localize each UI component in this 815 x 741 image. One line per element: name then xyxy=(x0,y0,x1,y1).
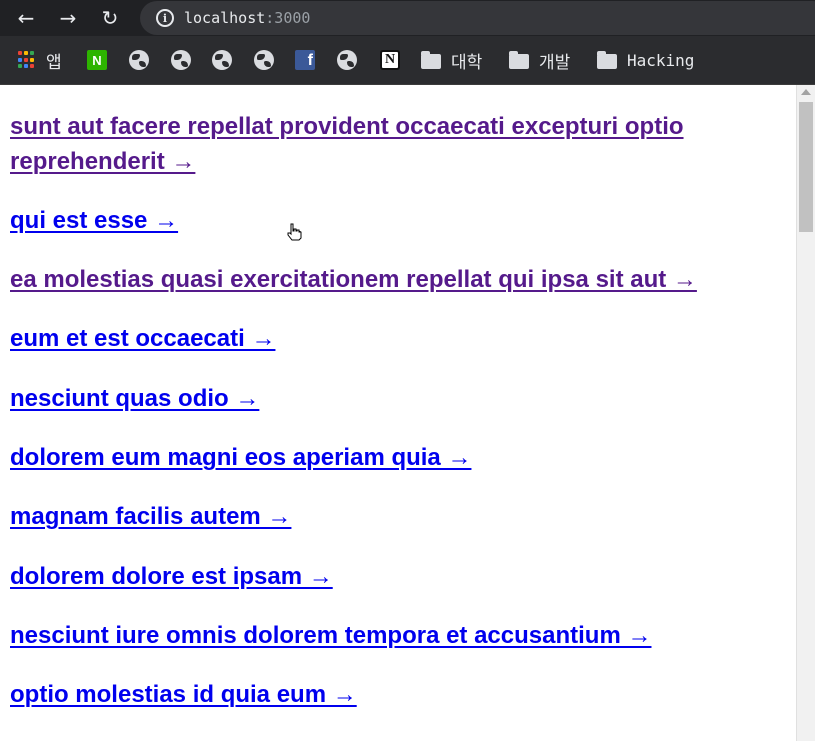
bookmark-folder-hacking[interactable]: Hacking xyxy=(597,48,694,72)
bookmark-site-3[interactable] xyxy=(212,48,232,72)
bookmark-site-5[interactable] xyxy=(337,48,357,72)
globe-icon xyxy=(212,50,232,70)
post-link[interactable]: magnam facilis autem → xyxy=(10,499,750,534)
post-link[interactable]: dolorem eum magni eos aperiam quia → xyxy=(10,440,750,475)
arrow-right-icon: → xyxy=(59,6,77,30)
post-link[interactable]: eum et est occaecati → xyxy=(10,321,750,356)
vertical-scrollbar[interactable] xyxy=(796,85,815,741)
url-text[interactable]: localhost:3000 xyxy=(184,9,310,27)
url-port: :3000 xyxy=(265,9,311,27)
bookmark-folder-dev[interactable]: 개발 xyxy=(509,48,571,73)
folder-icon xyxy=(421,50,441,69)
address-bar[interactable]: i localhost:3000 xyxy=(140,1,815,35)
bookmark-label: 개발 xyxy=(539,52,571,73)
arrow-left-icon: ← xyxy=(17,6,35,30)
bookmark-folder-university[interactable]: 대학 xyxy=(421,48,483,73)
forward-button[interactable]: → xyxy=(54,4,82,32)
globe-icon xyxy=(129,50,149,70)
folder-icon xyxy=(509,50,529,69)
bookmark-label: 대학 xyxy=(451,52,483,73)
bookmark-site-2[interactable] xyxy=(171,48,191,72)
bookmark-notion[interactable]: N xyxy=(380,48,400,72)
globe-icon xyxy=(337,50,357,70)
bookmark-site-4[interactable] xyxy=(254,48,274,72)
post-link[interactable]: dolorem dolore est ipsam → xyxy=(10,559,750,594)
url-host: localhost xyxy=(184,9,266,27)
globe-icon xyxy=(171,50,191,70)
reload-button[interactable]: ↻ xyxy=(96,4,124,32)
bookmark-label: Hacking xyxy=(627,50,695,70)
naver-icon: N xyxy=(87,50,107,70)
post-link[interactable]: nesciunt quas odio → xyxy=(10,381,750,416)
browser-toolbar: ← → ↻ i localhost:3000 xyxy=(0,0,815,36)
bookmark-facebook[interactable]: f xyxy=(295,48,315,72)
post-link[interactable]: qui est esse → xyxy=(10,203,750,238)
bookmark-naver[interactable]: N xyxy=(87,48,107,72)
facebook-icon: f xyxy=(295,50,315,70)
reload-icon: ↻ xyxy=(101,6,119,30)
globe-icon xyxy=(254,50,274,70)
post-link[interactable]: ea molestias quasi exercitationem repell… xyxy=(10,262,750,297)
bookmarks-bar: 앱 N f N 대학 개발 Hacking xyxy=(0,36,815,85)
post-link[interactable]: optio molestias id quia eum → xyxy=(10,677,750,712)
folder-icon xyxy=(597,50,617,69)
post-link[interactable]: sunt aut facere repellat provident occae… xyxy=(10,109,750,179)
post-link[interactable]: nesciunt iure omnis dolorem tempora et a… xyxy=(10,618,750,653)
info-icon[interactable]: i xyxy=(156,9,174,27)
scrollbar-thumb[interactable] xyxy=(799,102,813,232)
apps-grid-icon xyxy=(18,51,36,69)
bookmark-label: 앱 xyxy=(46,52,62,73)
bookmark-apps[interactable]: 앱 xyxy=(18,48,62,73)
notion-icon: N xyxy=(380,50,400,70)
page-content: sunt aut facere repellat provident occae… xyxy=(0,85,796,741)
bookmark-site-1[interactable] xyxy=(129,48,149,72)
scroll-up-arrow-icon[interactable] xyxy=(801,89,811,95)
info-glyph: i xyxy=(162,11,168,25)
back-button[interactable]: ← xyxy=(12,4,40,32)
hand-pointer-cursor-icon xyxy=(287,223,302,241)
